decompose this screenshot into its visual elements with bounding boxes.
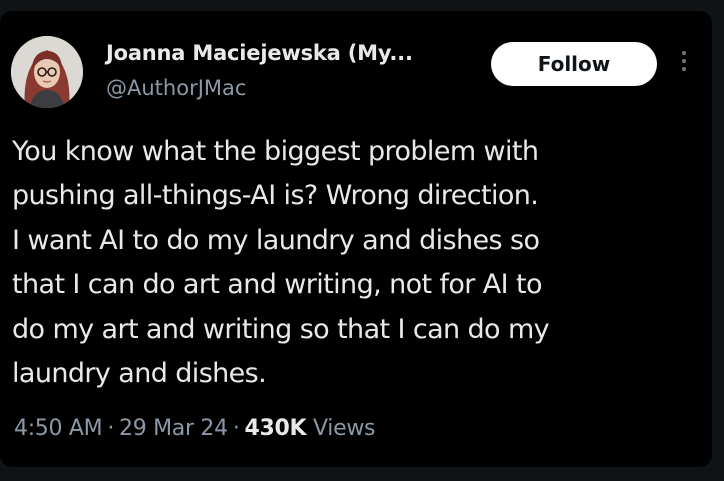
tweet-card: Joanna Maciejewska (My... @AuthorJMac Fo… xyxy=(0,11,712,467)
tweet-meta: 4:50 AM · 29 Mar 24 · 430K Views xyxy=(14,415,375,443)
views-count: 430K xyxy=(244,416,307,441)
tweet-time[interactable]: 4:50 AM xyxy=(14,416,103,441)
tweet-text-line: I want AI to do my laundry and dishes so xyxy=(12,224,540,256)
tweet-text-line: that I can do art and writing, not for A… xyxy=(12,269,543,301)
more-dot xyxy=(682,59,686,63)
author-handle[interactable]: @AuthorJMac xyxy=(106,75,246,101)
tweet-text-line: You know what the biggest problem with xyxy=(12,136,539,167)
author-avatar[interactable] xyxy=(11,36,83,108)
avatar-photo xyxy=(11,36,83,108)
more-vertical-icon[interactable] xyxy=(677,51,691,77)
tweet-text-line: do my art and writing so that I can do m… xyxy=(12,313,550,345)
more-dot xyxy=(682,51,686,55)
more-dot xyxy=(682,67,686,71)
tweet-text: You know what the biggest problem with p… xyxy=(12,130,672,396)
meta-separator: · xyxy=(107,416,115,441)
tweet-date[interactable]: 29 Mar 24 xyxy=(119,416,228,441)
author-display-name[interactable]: Joanna Maciejewska (My... xyxy=(106,40,413,66)
views-label: Views xyxy=(313,416,376,441)
tweet-text-line: pushing all-things-AI is? Wrong directio… xyxy=(12,180,539,212)
tweet-text-line: laundry and dishes. xyxy=(12,358,267,390)
meta-separator: · xyxy=(232,416,240,441)
follow-button[interactable]: Follow xyxy=(491,42,657,86)
